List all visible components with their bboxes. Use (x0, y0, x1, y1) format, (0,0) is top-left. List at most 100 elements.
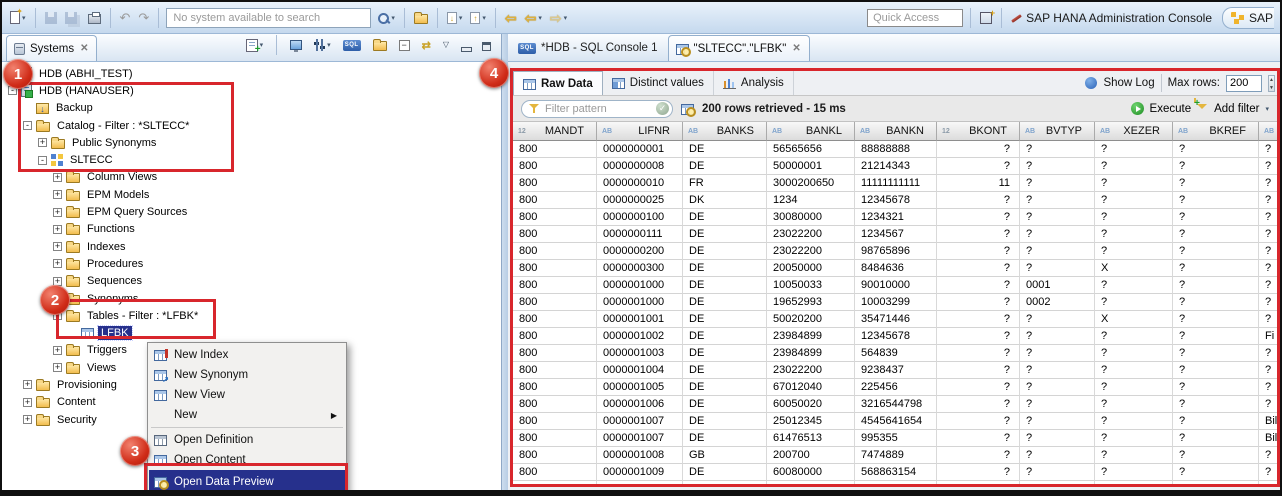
column-header-bkref[interactable]: ABBKREF (1173, 122, 1259, 141)
column-header-bankl[interactable]: ABBANKL (767, 122, 855, 141)
expand-expander-icon[interactable]: + (38, 138, 47, 147)
chevron-down-icon[interactable]: ▾ (1265, 105, 1269, 113)
column-header-bvtyp[interactable]: ABBVTYP (1020, 122, 1095, 141)
table-row[interactable]: 8000000000300DE200500008484636??X?? (513, 260, 1277, 277)
apply-filter-check-icon[interactable] (656, 102, 669, 115)
perspective-admin-console-button[interactable]: SAP HANA Administration Console (1009, 9, 1214, 27)
collapse-expander-icon[interactable]: - (53, 311, 62, 320)
column-header-banks[interactable]: ABBANKS (683, 122, 767, 141)
expand-expander-icon[interactable]: + (53, 294, 62, 303)
tree-item-public-synonyms[interactable]: +Public Synonyms (2, 134, 501, 151)
menu-item-open-data-preview[interactable]: Open Data Preview (149, 470, 345, 493)
tab-raw-data[interactable]: Raw Data (513, 71, 603, 95)
execute-button[interactable]: Execute (1150, 103, 1192, 115)
table-row[interactable]: 8000000001002DE2398489912345678????Fi (513, 328, 1277, 345)
table-row[interactable]: 8000000001000DE1005003390010000?0001??? (513, 277, 1277, 294)
administration-button[interactable] (288, 38, 304, 52)
tree-item-hdb-abhi-test[interactable]: +HDB (ABHI_TEST) (2, 65, 501, 82)
column-header-lifnr[interactable]: ABLIFNR (597, 122, 683, 141)
tab-sql-console[interactable]: SQL *HDB - SQL Console 1 (508, 35, 668, 61)
menu-item-new-synonym[interactable]: New Synonym (149, 365, 345, 385)
quick-access-input[interactable] (867, 9, 963, 27)
close-icon[interactable]: ✕ (791, 43, 801, 54)
menu-item-new[interactable]: New▶ (149, 405, 345, 425)
table-row[interactable]: 8000000000100DE300800001234321????? (513, 209, 1277, 226)
table-row[interactable]: 8000000001007DE250123454545641654????Bil (513, 413, 1277, 430)
expand-expander-icon[interactable]: + (53, 190, 62, 199)
table-row[interactable]: 8000000001000DE1965299310003299?0002??? (513, 294, 1277, 311)
add-filter-button[interactable]: Add filter (1214, 103, 1259, 115)
table-row[interactable]: 8000000000010FR30002006501111111111111??… (513, 175, 1277, 192)
table-row[interactable]: 8000000000008DE5000000121214343????? (513, 158, 1277, 175)
chevron-down-icon[interactable]: ▾ (564, 14, 568, 22)
open-file-button[interactable] (412, 10, 430, 26)
tree-item-synonyms[interactable]: +Synonyms (2, 290, 501, 307)
perspective-sap-hana-button[interactable]: SAP H (1222, 7, 1274, 29)
max-rows-input[interactable] (1226, 75, 1262, 92)
table-row[interactable]: 8000000001001DE5002020035471446??X?? (513, 311, 1277, 328)
tree-item-epm-models[interactable]: +EPM Models (2, 186, 501, 203)
expand-expander-icon[interactable]: + (23, 398, 32, 407)
column-header-bkont[interactable]: 12BKONT (937, 122, 1020, 141)
tree-item-sequences[interactable]: +Sequences (2, 273, 501, 290)
column-header-clipped[interactable]: AB (1259, 122, 1277, 141)
table-row[interactable]: 8000000001008GB2007007474889????? (513, 447, 1277, 464)
expand-expander-icon[interactable]: + (23, 380, 32, 389)
tab-systems[interactable]: Systems ✕ (6, 35, 97, 61)
system-search-input[interactable] (166, 8, 371, 28)
tree-item-functions[interactable]: +Functions (2, 221, 501, 238)
expand-expander-icon[interactable]: + (53, 346, 62, 355)
table-row[interactable]: 8000000000001DE5656565688888888????? (513, 141, 1277, 158)
table-row[interactable]: 8000000001006DE600500203216544798????? (513, 396, 1277, 413)
view-menu-button[interactable] (441, 37, 451, 53)
collapse-expander-icon[interactable]: - (23, 121, 32, 130)
filter-pattern-input[interactable]: Filter pattern (521, 100, 673, 118)
tab-analysis[interactable]: Analysis (714, 71, 794, 95)
tree-item-column-views[interactable]: +Column Views (2, 169, 501, 186)
expand-expander-icon[interactable]: + (8, 69, 17, 78)
tree-item-indexes[interactable]: +Indexes (2, 238, 501, 255)
last-edit-location-button[interactable] (503, 10, 519, 26)
table-row[interactable]: 8000000001003DE23984899564839????? (513, 345, 1277, 362)
undo-button[interactable] (118, 10, 133, 26)
open-perspective-button[interactable] (978, 10, 994, 26)
find-system-button[interactable] (371, 37, 389, 53)
tree-item-lfbk[interactable]: LFBK (2, 324, 501, 341)
column-header-xezer[interactable]: ABXEZER (1095, 122, 1173, 141)
menu-item-open-content[interactable]: Open Content (149, 450, 345, 470)
table-row[interactable]: 8000000001004DE230222009238437????? (513, 362, 1277, 379)
next-annotation-button[interactable]: ▾ (445, 10, 465, 26)
show-log-button[interactable]: Show Log (1103, 77, 1154, 89)
chevron-down-icon[interactable]: ▾ (391, 14, 395, 22)
table-row[interactable]: 8000000001010DE66015020134589797????? (513, 481, 1277, 484)
collapse-expander-icon[interactable]: - (8, 86, 17, 95)
back-button[interactable]: ▾ (523, 10, 544, 26)
table-row[interactable]: 8000000000025DK123412345678????? (513, 192, 1277, 209)
tree-item-epm-query-sources[interactable]: +EPM Query Sources (2, 203, 501, 220)
menu-item-open-definition[interactable]: Open Definition (149, 430, 345, 450)
expand-expander-icon[interactable]: + (53, 259, 62, 268)
print-button[interactable] (86, 10, 103, 26)
chevron-down-icon[interactable]: ▾ (538, 14, 542, 22)
maximize-button[interactable] (480, 38, 493, 53)
tree-item-sltecc[interactable]: -SLTECC (2, 151, 501, 168)
configure-button[interactable]: ▾ (312, 37, 333, 53)
tree-item-catalog-filter-sltecc[interactable]: -Catalog - Filter : *SLTECC* (2, 117, 501, 134)
collapse-all-button[interactable] (397, 38, 412, 53)
expand-expander-icon[interactable]: + (53, 173, 62, 182)
redo-button[interactable] (136, 10, 151, 26)
expand-expander-icon[interactable]: + (53, 242, 62, 251)
previous-annotation-button[interactable]: ▾ (468, 10, 488, 26)
tab-data-preview[interactable]: "SLTECC"."LFBK" ✕ (668, 35, 810, 61)
tree-item-tables-filter-lfbk[interactable]: -Tables - Filter : *LFBK* (2, 307, 501, 324)
search-button[interactable]: ▾ (375, 10, 397, 26)
chevron-down-icon[interactable]: ▾ (459, 14, 463, 22)
expand-expander-icon[interactable]: + (53, 363, 62, 372)
table-row[interactable]: 8000000000200DE2302220098765896????? (513, 243, 1277, 260)
forward-button[interactable]: ▾ (548, 10, 569, 26)
tab-distinct-values[interactable]: Distinct values (603, 71, 714, 95)
expand-expander-icon[interactable]: + (23, 415, 32, 424)
column-header-bankn[interactable]: ABBANKN (855, 122, 937, 141)
save-button[interactable] (43, 10, 59, 26)
table-row[interactable]: 8000000000111DE230222001234567????? (513, 226, 1277, 243)
